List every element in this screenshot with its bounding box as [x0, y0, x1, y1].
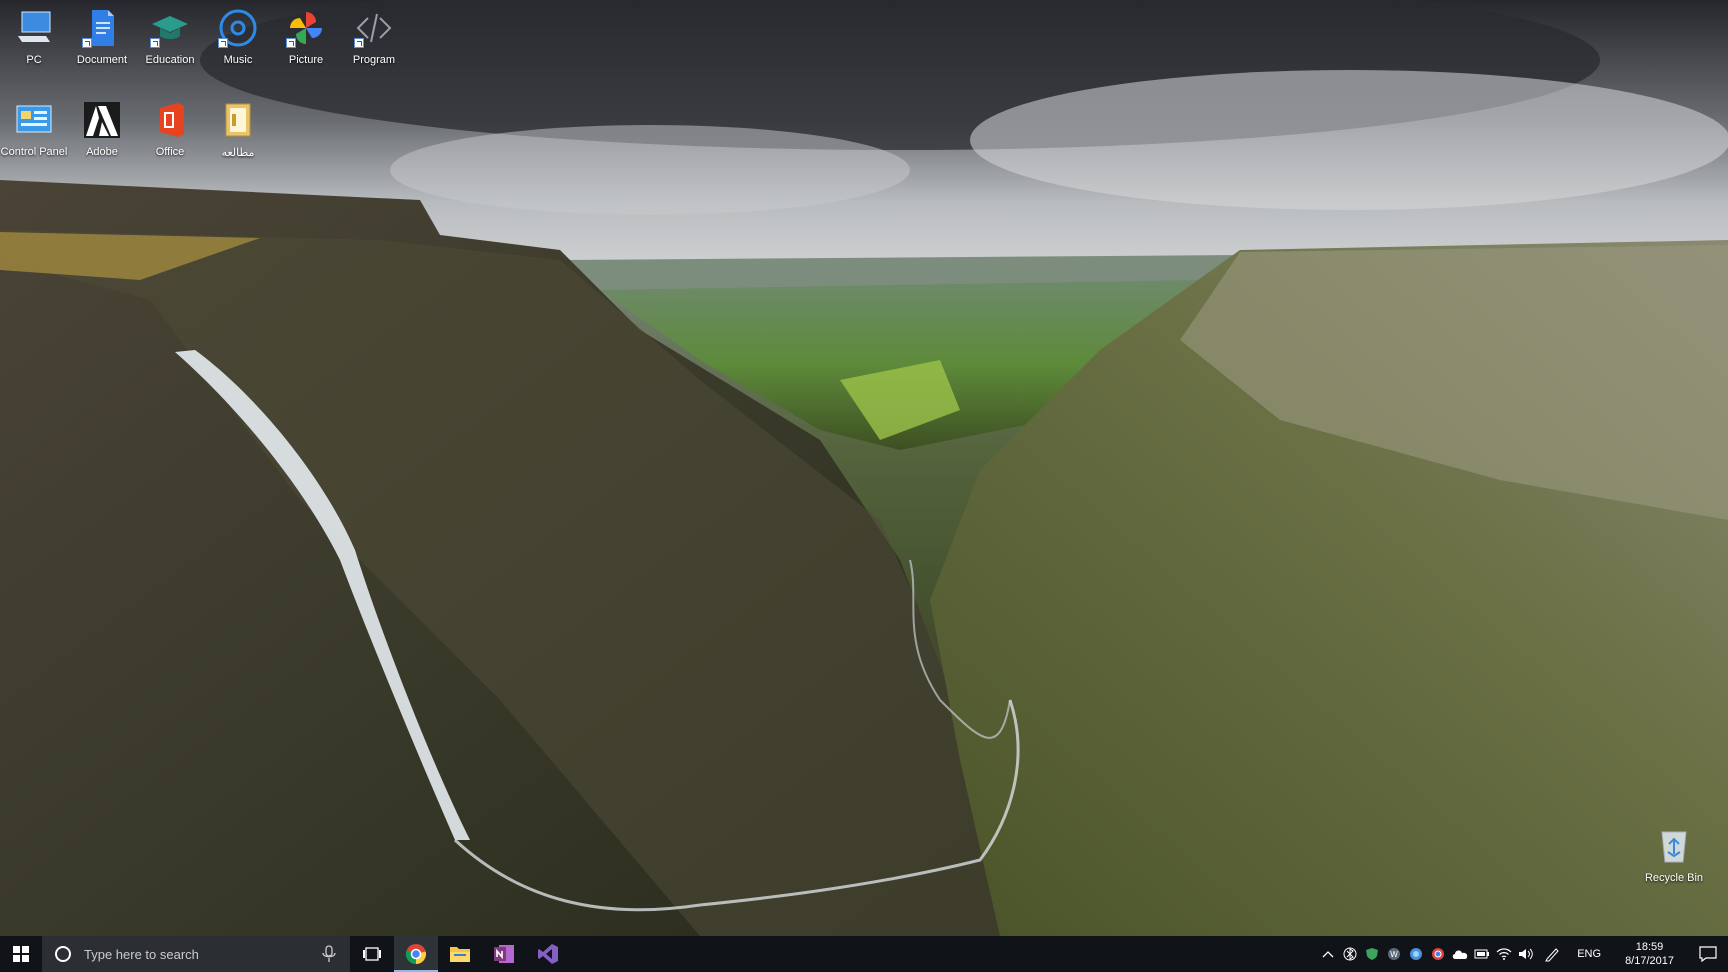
shortcut-arrow-icon: [150, 38, 160, 48]
icon-label-folder: مطالعه: [221, 147, 255, 159]
document-icon: [82, 8, 122, 48]
action-center-button[interactable]: [1688, 936, 1728, 972]
icon-label-document: Document: [76, 54, 128, 66]
chrome-tray-icon[interactable]: [1427, 936, 1449, 972]
icon-label-recycle-bin: Recycle Bin: [1644, 872, 1704, 884]
volume-icon[interactable]: [1515, 936, 1537, 972]
taskbar-pin-file-explorer[interactable]: [438, 936, 482, 972]
taskbar: Type here to search W ENG 18:59 8/17/201…: [0, 936, 1728, 972]
wifi-icon[interactable]: [1493, 936, 1515, 972]
desktop-shortcut-picture[interactable]: Picture: [274, 0, 338, 80]
system-tray: W ENG 18:59 8/17/2017: [1317, 936, 1728, 972]
education-icon: [150, 8, 190, 48]
battery-icon[interactable]: [1471, 936, 1493, 972]
clock-date: 8/17/2017: [1625, 955, 1674, 967]
app-circle-w-icon[interactable]: W: [1383, 936, 1405, 972]
office-icon: [150, 100, 190, 140]
desktop-shortcut-pc[interactable]: PC: [2, 0, 66, 80]
start-button[interactable]: [0, 936, 42, 972]
desktop-shortcut-program[interactable]: Program: [342, 0, 406, 80]
chrome-icon: [405, 944, 427, 965]
desktop-shortcut-education[interactable]: Education: [138, 0, 202, 80]
picture-icon: [286, 8, 326, 48]
bluetooth-settings-icon[interactable]: [1339, 936, 1361, 972]
microphone-icon[interactable]: [318, 943, 340, 965]
recycle-bin-icon: [1654, 826, 1694, 866]
clock-time: 18:59: [1635, 941, 1664, 953]
music-icon: [218, 8, 258, 48]
windows-logo-icon: [13, 946, 29, 962]
icon-label-program: Program: [352, 54, 396, 66]
taskbar-search-box[interactable]: Type here to search: [42, 936, 350, 972]
shortcut-arrow-icon: [218, 38, 228, 48]
shortcut-arrow-icon: [286, 38, 296, 48]
task-view-button[interactable]: [350, 936, 394, 972]
desktop-shortcut-document[interactable]: Document: [70, 0, 134, 80]
icon-label-office: Office: [155, 146, 185, 158]
task-view-icon: [363, 947, 381, 961]
icon-label-education: Education: [145, 54, 195, 66]
windows-defender-shield-icon[interactable]: [1361, 936, 1383, 972]
desktop-shortcut-control-panel[interactable]: Control Panel: [0, 92, 68, 172]
onedrive-cloud-icon[interactable]: [1449, 936, 1471, 972]
desktop-shortcut-recycle-bin[interactable]: Recycle Bin: [1642, 818, 1706, 898]
control-panel-icon: [14, 100, 54, 140]
cortana-circle-icon: [55, 946, 71, 962]
desktop: PC Document Education Music Picture Prog…: [0, 0, 1728, 936]
svg-text:W: W: [1390, 950, 1398, 959]
icon-label-pc: PC: [26, 54, 42, 66]
onenote-icon: [494, 945, 514, 963]
desktop-shortcut-folder[interactable]: مطالعه: [206, 92, 270, 172]
adobe-icon: [82, 100, 122, 140]
taskbar-pin-onenote[interactable]: [482, 936, 526, 972]
shortcut-arrow-icon: [354, 38, 364, 48]
visual-studio-icon: [538, 944, 558, 964]
folder-icon: [218, 100, 258, 140]
search-placeholder: Type here to search: [84, 946, 199, 962]
program-icon: [354, 8, 394, 48]
icon-label-picture: Picture: [288, 54, 324, 66]
desktop-shortcut-adobe[interactable]: Adobe: [70, 92, 134, 172]
network-globe-icon[interactable]: [1405, 936, 1427, 972]
pc-icon: [14, 8, 54, 48]
desktop-shortcut-office[interactable]: Office: [138, 92, 202, 172]
icon-label-adobe: Adobe: [86, 146, 118, 158]
input-language-indicator[interactable]: ENG: [1567, 948, 1611, 960]
icon-label-control-panel: Control Panel: [0, 146, 68, 158]
show-hidden-icons-chevron-icon[interactable]: [1317, 936, 1339, 972]
desktop-shortcut-music[interactable]: Music: [206, 0, 270, 80]
taskbar-pin-chrome[interactable]: [394, 936, 438, 972]
file-explorer-icon: [450, 947, 470, 962]
icon-label-music: Music: [223, 54, 253, 66]
notification-icon: [1699, 946, 1717, 962]
pen-workspace-icon[interactable]: [1537, 936, 1567, 972]
shortcut-arrow-icon: [82, 38, 92, 48]
taskbar-pin-visual-studio[interactable]: [526, 936, 570, 972]
taskbar-clock[interactable]: 18:59 8/17/2017: [1611, 940, 1688, 968]
